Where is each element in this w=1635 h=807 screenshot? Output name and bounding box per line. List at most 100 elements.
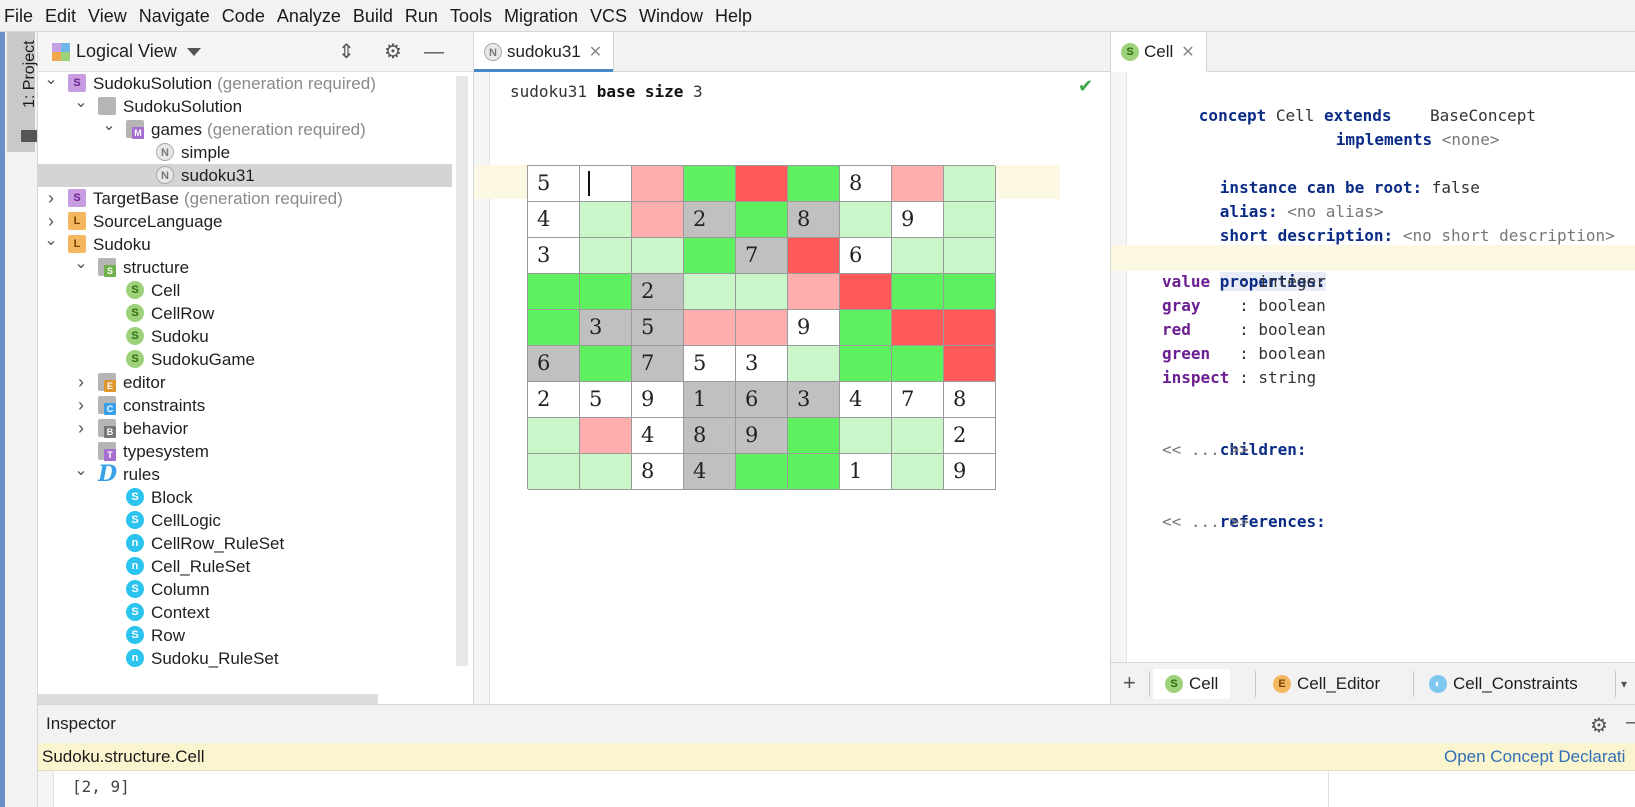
sudoku-cell[interactable] (840, 346, 892, 382)
sudoku-cell[interactable] (632, 238, 684, 274)
tree-item[interactable]: S CellRow (38, 302, 452, 325)
gear-icon[interactable]: ⚙ (1590, 713, 1608, 738)
tree-item[interactable]: n CellRow_RuleSet (38, 532, 452, 555)
sudoku-cell[interactable]: 9 (788, 310, 840, 346)
tree-item[interactable]: Nsimple (38, 141, 452, 164)
sudoku-cell[interactable] (944, 274, 996, 310)
sudoku-cell[interactable]: 5 (632, 310, 684, 346)
aspect-tab-cell-constraints[interactable]: ◐ Cell_Constraints (1417, 669, 1590, 699)
sudoku-cell[interactable] (580, 166, 632, 202)
tree-item[interactable]: S Column (38, 578, 452, 601)
menu-navigate[interactable]: Navigate (133, 0, 216, 32)
menu-migration[interactable]: Migration (498, 0, 584, 32)
sudoku-cell[interactable]: 3 (736, 346, 788, 382)
sudoku-cell[interactable] (892, 238, 944, 274)
sudoku-cell[interactable] (580, 238, 632, 274)
sudoku-cell[interactable] (580, 274, 632, 310)
sudoku-cell[interactable] (580, 454, 632, 490)
tree-item[interactable]: S CellLogic (38, 509, 452, 532)
property-line[interactable]: gray : boolean (1162, 294, 1326, 318)
sudoku-cell[interactable] (684, 238, 736, 274)
sudoku-cell[interactable] (736, 202, 788, 238)
editor-content[interactable]: sudoku31 base size 3 ✔ 58428937623596753… (474, 72, 1110, 704)
sudoku-cell[interactable]: 4 (528, 202, 580, 238)
tree-item[interactable]: ⌄ Drules (38, 463, 452, 486)
tree-item[interactable]: ⌄ S SudokuSolution (generation required) (38, 72, 452, 95)
inspector-value[interactable]: [2, 9] (72, 777, 130, 796)
root-value[interactable]: false (1432, 178, 1480, 197)
sudoku-cell[interactable] (684, 310, 736, 346)
property-line[interactable]: red : boolean (1162, 318, 1326, 342)
sudoku-cell[interactable]: 7 (892, 382, 944, 418)
menu-file[interactable]: File (0, 0, 39, 32)
tree-item[interactable]: S Block (38, 486, 452, 509)
sudoku-cell[interactable] (840, 274, 892, 310)
sudoku-cell[interactable] (892, 274, 944, 310)
base-size-value[interactable]: 3 (693, 82, 703, 101)
menu-vcs[interactable]: VCS (584, 0, 633, 32)
sudoku-cell[interactable] (788, 346, 840, 382)
sudoku-cell[interactable] (944, 238, 996, 274)
tree-item[interactable]: n Sudoku_RuleSet (38, 647, 452, 670)
menu-view[interactable]: View (82, 0, 133, 32)
chevron-down-icon[interactable]: ⌄ (102, 118, 116, 141)
sudoku-cell[interactable]: 4 (632, 418, 684, 454)
sudoku-cell[interactable]: 1 (840, 454, 892, 490)
menu-window[interactable]: Window (633, 0, 709, 32)
close-icon[interactable]: ✕ (589, 42, 602, 62)
sudoku-cell[interactable] (528, 274, 580, 310)
sudoku-cell[interactable]: 9 (892, 202, 944, 238)
sudoku-cell[interactable] (684, 166, 736, 202)
tab-cell[interactable]: S Cell ✕ (1111, 32, 1207, 72)
sudoku-cell[interactable] (528, 418, 580, 454)
sudoku-cell[interactable] (736, 454, 788, 490)
sudoku-cell[interactable] (892, 346, 944, 382)
sudoku-cell[interactable]: 4 (840, 382, 892, 418)
concept-content[interactable]: concept Cell extends BaseConcept impleme… (1111, 72, 1635, 662)
sudoku-cell[interactable]: 6 (528, 346, 580, 382)
vertical-scrollbar[interactable] (456, 76, 468, 666)
menu-code[interactable]: Code (216, 0, 271, 32)
chevron-right-icon[interactable]: › (44, 210, 58, 233)
references-placeholder[interactable]: << ... >> (1162, 510, 1249, 534)
tree-item[interactable]: ⌄ Sstructure (38, 256, 452, 279)
minimize-icon[interactable]: — (424, 42, 444, 62)
sudoku-cell[interactable] (632, 202, 684, 238)
sudoku-cell[interactable]: 9 (944, 454, 996, 490)
aspect-tab-cell-editor[interactable]: E Cell_Editor (1261, 669, 1392, 699)
sudoku-cell[interactable]: 7 (736, 238, 788, 274)
sudoku-cell[interactable]: 4 (684, 454, 736, 490)
sudoku-cell[interactable] (528, 310, 580, 346)
sudoku-cell[interactable] (580, 346, 632, 382)
gear-icon[interactable]: ⚙ (384, 42, 402, 62)
tree-item[interactable]: S SudokuGame (38, 348, 452, 371)
sudoku-cell[interactable] (892, 454, 944, 490)
minimize-icon[interactable]: — (1626, 711, 1635, 734)
sudoku-cell[interactable]: 2 (684, 202, 736, 238)
short-description-value[interactable]: <no short description> (1403, 226, 1615, 245)
sudoku-cell[interactable] (528, 454, 580, 490)
sudoku-cell[interactable] (580, 418, 632, 454)
sudoku-cell[interactable]: 8 (840, 166, 892, 202)
sudoku-cell[interactable] (580, 202, 632, 238)
sudoku-cell[interactable] (788, 454, 840, 490)
sudoku-cell[interactable]: 9 (736, 418, 788, 454)
menu-help[interactable]: Help (709, 0, 758, 32)
tree-item[interactable]: › S TargetBase (generation required) (38, 187, 452, 210)
tree-item[interactable]: ⌄ SudokuSolution (38, 95, 452, 118)
tree-item[interactable]: ⌄ Mgames (generation required) (38, 118, 452, 141)
sudoku-cell[interactable] (840, 418, 892, 454)
tab-sudoku31[interactable]: N sudoku31 ✕ (474, 32, 614, 72)
sudoku-cell[interactable] (840, 310, 892, 346)
sudoku-cell[interactable] (788, 166, 840, 202)
sudoku-cell[interactable]: 3 (788, 382, 840, 418)
tree-item[interactable]: S Cell (38, 279, 452, 302)
sudoku-cell[interactable] (736, 166, 788, 202)
tree-item[interactable]: S Context (38, 601, 452, 624)
chevron-right-icon[interactable]: › (74, 417, 88, 440)
chevron-down-icon[interactable]: ⌄ (44, 233, 58, 256)
property-line[interactable]: value : integer (1162, 270, 1326, 294)
menu-tools[interactable]: Tools (444, 0, 498, 32)
property-line[interactable]: inspect : string (1162, 366, 1316, 390)
tree-item[interactable]: Nsudoku31 (38, 164, 452, 187)
